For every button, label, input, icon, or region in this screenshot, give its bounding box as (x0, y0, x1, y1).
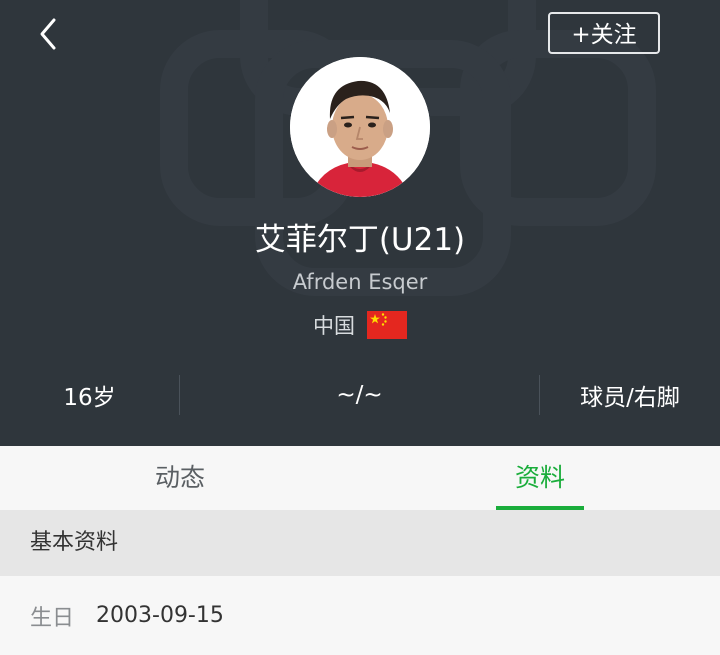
age-stat: 16岁 (63, 385, 116, 411)
tab-label: 动态 (154, 463, 205, 492)
player-name-en: Afrden Esqer (292, 270, 428, 294)
stats-bar: 16岁 ~/~ 球员/右脚 (0, 370, 720, 420)
info-label: 生日 (30, 605, 75, 631)
role-stat: 球员/右脚 (580, 385, 680, 411)
player-photo (290, 57, 430, 197)
china-flag-icon (367, 311, 407, 339)
avatar (290, 57, 430, 197)
nationality: 中国 (0, 310, 720, 340)
back-button[interactable] (34, 14, 74, 54)
profile-header: +关注 艾菲尔丁(U21) Afrden Esqer 中国 16岁 ~/~ 球员… (0, 0, 720, 446)
tab-dynamics[interactable]: 动态 (0, 446, 360, 510)
tab-profile[interactable]: 资料 (360, 446, 720, 510)
info-value: 2003-09-15 (96, 603, 224, 628)
player-name: 艾菲尔丁(U21) (254, 222, 466, 258)
height-weight-stat: ~/~ (336, 382, 383, 408)
tab-label: 资料 (514, 463, 565, 492)
section-header-basic-info: 基本资料 (0, 510, 720, 576)
follow-button[interactable]: +关注 (548, 12, 660, 54)
chevron-left-icon (40, 18, 56, 50)
tab-bar: 动态 资料 (0, 446, 720, 510)
info-row-birthday: 生日 2003-09-15 (0, 576, 720, 655)
country-label: 中国 (313, 314, 355, 338)
